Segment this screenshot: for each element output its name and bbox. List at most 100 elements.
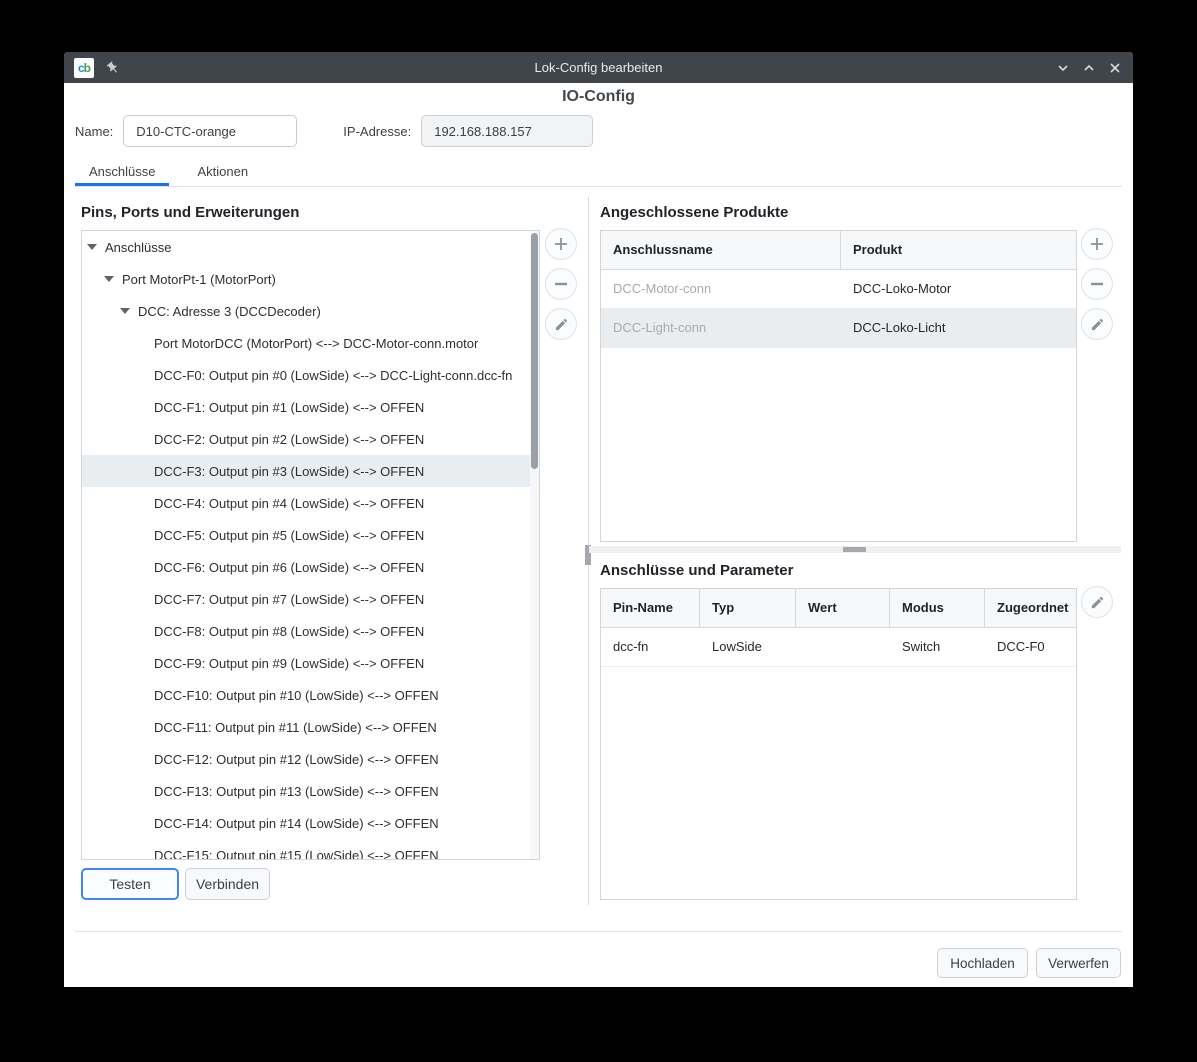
tree-item-label: DCC-F2: Output pin #2 (LowSide) <--> OFF… bbox=[154, 432, 424, 447]
tree-item-label: DCC-F13: Output pin #13 (LowSide) <--> O… bbox=[154, 784, 439, 799]
expander-icon[interactable] bbox=[104, 276, 114, 282]
edit-product-button[interactable] bbox=[1081, 308, 1113, 340]
params-panel-title: Anschlüsse und Parameter bbox=[600, 562, 793, 579]
products-actions bbox=[1081, 228, 1113, 340]
hochladen-button[interactable]: Hochladen bbox=[937, 948, 1028, 978]
tree-item[interactable]: DCC-F4: Output pin #4 (LowSide) <--> OFF… bbox=[82, 487, 530, 519]
column-header[interactable]: Zugeordnet bbox=[985, 589, 1076, 627]
table-row[interactable]: dcc-fnLowSideSwitchDCC-F0 bbox=[601, 628, 1076, 667]
tree-item[interactable]: Anschlüsse bbox=[82, 231, 530, 263]
table-cell: DCC-Loko-Motor bbox=[841, 270, 1076, 308]
tree-item-label: DCC-F7: Output pin #7 (LowSide) <--> OFF… bbox=[154, 592, 424, 607]
tree-item[interactable]: DCC-F7: Output pin #7 (LowSide) <--> OFF… bbox=[82, 583, 530, 615]
tree-item[interactable]: DCC-F10: Output pin #10 (LowSide) <--> O… bbox=[82, 679, 530, 711]
table-cell: DCC-Motor-conn bbox=[601, 270, 841, 308]
products-panel-title: Angeschlossene Produkte bbox=[600, 204, 788, 221]
tree-item[interactable]: Port MotorPt-1 (MotorPort) bbox=[82, 263, 530, 295]
pin-icon[interactable] bbox=[106, 61, 120, 75]
ip-label: IP-Adresse: bbox=[343, 124, 411, 139]
products-table: AnschlussnameProdukt DCC-Motor-connDCC-L… bbox=[600, 230, 1077, 542]
tree-item-label: DCC-F3: Output pin #3 (LowSide) <--> OFF… bbox=[154, 464, 424, 479]
table-cell: DCC-Loko-Licht bbox=[841, 309, 1076, 347]
dialog-window: Lok-Config bearbeiten cb IO-Config Name:… bbox=[64, 52, 1133, 987]
tree-item[interactable]: DCC-F5: Output pin #5 (LowSide) <--> OFF… bbox=[82, 519, 530, 551]
expander-icon[interactable] bbox=[120, 308, 130, 314]
remove-button[interactable] bbox=[545, 268, 577, 300]
logo-letter-b: b bbox=[84, 61, 90, 75]
tree-item[interactable]: DCC-F9: Output pin #9 (LowSide) <--> OFF… bbox=[82, 647, 530, 679]
remove-product-button[interactable] bbox=[1081, 268, 1113, 300]
tree-item[interactable]: DCC-F6: Output pin #6 (LowSide) <--> OFF… bbox=[82, 551, 530, 583]
column-header[interactable]: Pin-Name bbox=[601, 589, 700, 627]
tab-bar: Anschlüsse Aktionen bbox=[75, 159, 1122, 187]
close-button[interactable] bbox=[1107, 60, 1123, 76]
name-label: Name: bbox=[75, 124, 113, 139]
ip-input[interactable] bbox=[421, 115, 593, 147]
pins-tree-box: Anschlüsse Port MotorPt-1 (MotorPort) DCC:… bbox=[81, 230, 540, 860]
tab-aktionen[interactable]: Aktionen bbox=[183, 159, 262, 186]
tree-item[interactable]: DCC-F1: Output pin #1 (LowSide) <--> OFF… bbox=[82, 391, 530, 423]
params-body: dcc-fnLowSideSwitchDCC-F0 bbox=[601, 628, 1076, 667]
column-header[interactable]: Produkt bbox=[841, 231, 1076, 269]
tree-item[interactable]: DCC-F13: Output pin #13 (LowSide) <--> O… bbox=[82, 775, 530, 807]
table-row[interactable]: DCC-Light-connDCC-Loko-Licht bbox=[601, 309, 1076, 348]
column-header[interactable]: Anschlussname bbox=[601, 231, 841, 269]
titlebar: Lok-Config bearbeiten cb bbox=[64, 52, 1133, 83]
table-cell: DCC-Light-conn bbox=[601, 309, 841, 347]
pins-tree: Anschlüsse Port MotorPt-1 (MotorPort) DCC:… bbox=[82, 231, 530, 860]
pins-panel-title: Pins, Ports und Erweiterungen bbox=[81, 204, 299, 221]
tree-scrollbar-thumb[interactable] bbox=[531, 233, 538, 469]
tab-anschluesse[interactable]: Anschlüsse bbox=[75, 159, 169, 186]
window-title: Lok-Config bearbeiten bbox=[64, 60, 1133, 75]
window-controls bbox=[1055, 52, 1123, 83]
tree-item-label: DCC-F10: Output pin #10 (LowSide) <--> O… bbox=[154, 688, 439, 703]
tree-item-label: DCC: Adresse 3 (DCCDecoder) bbox=[138, 304, 321, 319]
tree-item[interactable]: DCC-F8: Output pin #8 (LowSide) <--> OFF… bbox=[82, 615, 530, 647]
tree-item[interactable]: DCC-F0: Output pin #0 (LowSide) <--> DCC… bbox=[82, 359, 530, 391]
tree-item-label: Anschlüsse bbox=[105, 240, 171, 255]
tree-item-label: DCC-F9: Output pin #9 (LowSide) <--> OFF… bbox=[154, 656, 424, 671]
edit-button[interactable] bbox=[545, 308, 577, 340]
add-button[interactable] bbox=[545, 228, 577, 260]
products-header-row: AnschlussnameProdukt bbox=[601, 231, 1076, 270]
pencil-icon bbox=[1090, 317, 1105, 332]
table-cell: dcc-fn bbox=[601, 628, 700, 666]
minus-icon bbox=[553, 276, 569, 292]
minus-icon bbox=[1089, 276, 1105, 292]
table-cell: DCC-F0 bbox=[985, 628, 1076, 666]
horizontal-splitter-grip[interactable] bbox=[843, 547, 866, 552]
app-logo-icon: cb bbox=[74, 58, 94, 78]
testen-button[interactable]: Testen bbox=[81, 868, 179, 900]
tree-scrollbar[interactable] bbox=[530, 231, 539, 859]
params-actions bbox=[1081, 586, 1113, 618]
tree-item[interactable]: DCC: Adresse 3 (DCCDecoder) bbox=[82, 295, 530, 327]
page-title: IO-Config bbox=[64, 88, 1133, 106]
tree-item[interactable]: DCC-F2: Output pin #2 (LowSide) <--> OFF… bbox=[82, 423, 530, 455]
pencil-icon bbox=[554, 317, 569, 332]
verwerfen-button[interactable]: Verwerfen bbox=[1036, 948, 1121, 978]
unshade-button[interactable] bbox=[1081, 60, 1097, 76]
tree-item[interactable]: DCC-F15: Output pin #15 (LowSide) <--> O… bbox=[82, 839, 530, 860]
tree-actions bbox=[545, 228, 577, 340]
pencil-icon bbox=[1090, 595, 1105, 610]
tree-item-label: DCC-F12: Output pin #12 (LowSide) <--> O… bbox=[154, 752, 439, 767]
footer-divider bbox=[75, 931, 1122, 932]
expander-icon[interactable] bbox=[87, 244, 97, 250]
name-input[interactable] bbox=[123, 115, 297, 147]
shade-button[interactable] bbox=[1055, 60, 1071, 76]
column-header[interactable]: Modus bbox=[890, 589, 985, 627]
column-header[interactable]: Wert bbox=[796, 589, 890, 627]
edit-param-button[interactable] bbox=[1081, 586, 1113, 618]
tree-item[interactable]: Port MotorDCC (MotorPort) <--> DCC-Motor… bbox=[82, 327, 530, 359]
params-header-row: Pin-NameTypWertModusZugeordnet bbox=[601, 589, 1076, 628]
tree-item[interactable]: DCC-F3: Output pin #3 (LowSide) <--> OFF… bbox=[82, 455, 530, 487]
column-header[interactable]: Typ bbox=[700, 589, 796, 627]
tree-item-label: DCC-F1: Output pin #1 (LowSide) <--> OFF… bbox=[154, 400, 424, 415]
table-row[interactable]: DCC-Motor-connDCC-Loko-Motor bbox=[601, 270, 1076, 309]
tree-item[interactable]: DCC-F11: Output pin #11 (LowSide) <--> O… bbox=[82, 711, 530, 743]
tree-item[interactable]: DCC-F14: Output pin #14 (LowSide) <--> O… bbox=[82, 807, 530, 839]
tree-item[interactable]: DCC-F12: Output pin #12 (LowSide) <--> O… bbox=[82, 743, 530, 775]
verbinden-button[interactable]: Verbinden bbox=[185, 868, 270, 900]
add-product-button[interactable] bbox=[1081, 228, 1113, 260]
products-body: DCC-Motor-connDCC-Loko-MotorDCC-Light-co… bbox=[601, 270, 1076, 348]
